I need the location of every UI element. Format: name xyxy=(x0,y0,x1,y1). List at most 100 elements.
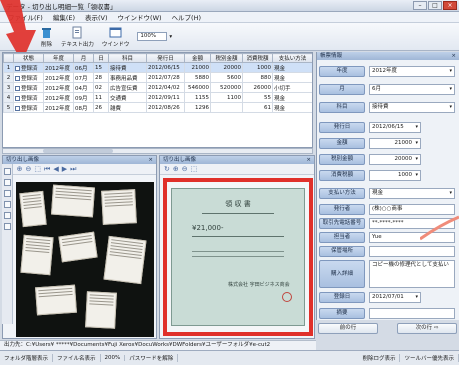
fit-icon[interactable]: ⬚ xyxy=(34,165,41,173)
table-row[interactable]: 3 登録済 2012年度 04月 02 広告宣伝費 2012/04/02 546… xyxy=(3,82,312,93)
day-cell[interactable]: 28 xyxy=(93,72,109,83)
net-amount-cell[interactable]: 20000 xyxy=(210,62,243,73)
month-cell[interactable]: 04月 xyxy=(73,82,94,93)
receipt-slip[interactable] xyxy=(19,190,47,228)
header-cell[interactable]: 日 xyxy=(93,53,109,63)
receipt-slip[interactable] xyxy=(85,291,117,329)
month-cell[interactable]: 09月 xyxy=(73,92,94,103)
register-date-field[interactable]: 2012/07/01 ▾ xyxy=(369,292,421,303)
category-cell[interactable]: 交通費 xyxy=(108,92,147,103)
payment-cell[interactable]: 現金 xyxy=(272,92,312,103)
last-page-icon[interactable]: ⏭ xyxy=(70,165,76,174)
zoom-select[interactable]: 100% xyxy=(137,32,168,41)
status-cell[interactable]: 登録済 xyxy=(13,62,44,73)
zoom-in-icon[interactable]: ⊕ xyxy=(173,165,179,173)
header-cell[interactable]: 月 xyxy=(73,53,94,63)
menu-help[interactable]: ヘルプ(H) xyxy=(172,12,201,22)
receipt-slip[interactable] xyxy=(58,231,98,263)
fit-icon[interactable]: ⬚ xyxy=(191,165,198,173)
header-cell[interactable]: 発行日 xyxy=(146,53,185,63)
year-cell[interactable]: 2012年度 xyxy=(43,92,74,103)
status-zoom[interactable]: 200% xyxy=(101,355,126,361)
category-cell[interactable]: 広告宣伝費 xyxy=(108,82,147,93)
month-cell[interactable]: 06月 xyxy=(73,62,94,73)
menu-edit[interactable]: 編集(E) xyxy=(53,12,75,22)
tool-icon[interactable] xyxy=(4,212,11,219)
close-button[interactable]: × xyxy=(443,1,457,10)
receipt-slip[interactable] xyxy=(103,235,147,285)
status-cell[interactable]: 登録済 xyxy=(13,72,44,83)
text-export-button[interactable]: テキスト出力 xyxy=(61,26,94,50)
category-cell[interactable]: 事務用品費 xyxy=(108,72,147,83)
zoom-in-icon[interactable]: ⊕ xyxy=(17,165,23,173)
year-cell[interactable]: 2012年度 xyxy=(43,102,74,113)
tax-cell[interactable]: 1000 xyxy=(242,62,273,73)
payment-field[interactable]: 現金 ▾ xyxy=(369,188,455,199)
month-cell[interactable]: 07月 xyxy=(73,72,94,83)
amount-field[interactable]: 21000 ▾ xyxy=(369,138,421,149)
category-field[interactable]: 接待費 ▾ xyxy=(369,102,455,113)
header-cell[interactable]: 年度 xyxy=(43,53,74,63)
status-delete-log[interactable]: 削除ログ表示 xyxy=(358,354,401,362)
header-cell[interactable] xyxy=(3,53,14,63)
amount-cell[interactable]: 5880 xyxy=(184,72,211,83)
prev-row-button[interactable]: 前の行 xyxy=(318,322,378,334)
year-cell[interactable]: 2012年度 xyxy=(43,72,74,83)
window-button[interactable]: ウインドウ xyxy=(102,26,129,50)
zoom-out-icon[interactable]: ⊖ xyxy=(26,165,32,173)
status-password[interactable]: パスワードを解除 xyxy=(125,354,179,362)
net-amount-cell[interactable]: 520000 xyxy=(210,82,243,93)
net-amount-field[interactable]: 20000 ▾ xyxy=(369,154,421,165)
header-cell[interactable]: 消費税額 xyxy=(242,53,273,63)
header-cell[interactable]: 金額 xyxy=(184,53,211,63)
year-field[interactable]: 2012年度 ▾ xyxy=(369,66,455,77)
tool-icon[interactable] xyxy=(4,190,11,197)
table-scrollbar[interactable] xyxy=(2,148,313,154)
table-row[interactable]: 5 登録済 2012年度 08月 26 雑費 2012/08/26 1296 6… xyxy=(3,102,312,113)
panel-close-icon[interactable]: × xyxy=(148,156,153,164)
status-cell[interactable]: 登録済 xyxy=(13,92,44,103)
tax-field[interactable]: 1000 ▾ xyxy=(369,170,421,181)
year-cell[interactable]: 2012年度 xyxy=(43,82,74,93)
day-cell[interactable]: 02 xyxy=(93,82,109,93)
menu-window[interactable]: ウインドウ(W) xyxy=(118,12,162,22)
issue-date-field[interactable]: 2012/06/15 ▾ xyxy=(369,122,421,133)
payment-cell[interactable]: 小切手 xyxy=(272,82,312,93)
tax-cell[interactable]: 880 xyxy=(242,72,273,83)
scroll-thumb[interactable] xyxy=(43,149,113,153)
status-folder-tree[interactable]: フォルダ階層表示 xyxy=(0,354,54,362)
category-cell[interactable]: 接待費 xyxy=(108,62,147,73)
next-row-button[interactable]: 次の行 ⇨ xyxy=(397,322,457,334)
month-cell[interactable]: 08月 xyxy=(73,102,94,113)
table-row[interactable]: 1 登録済 2012年度 06月 15 接待費 2012/06/15 21000… xyxy=(3,62,312,73)
tool-icon[interactable] xyxy=(4,168,11,175)
rotate-icon[interactable]: ↻ xyxy=(164,165,170,173)
day-cell[interactable]: 11 xyxy=(93,92,109,103)
tool-icon[interactable] xyxy=(4,223,11,230)
category-cell[interactable]: 雑費 xyxy=(108,102,147,113)
panel-close-icon[interactable]: × xyxy=(306,156,311,164)
status-cell[interactable]: 登録済 xyxy=(13,82,44,93)
year-cell[interactable]: 2012年度 xyxy=(43,62,74,73)
day-cell[interactable]: 26 xyxy=(93,102,109,113)
date-cell[interactable]: 2012/06/15 xyxy=(146,62,185,73)
header-cell[interactable]: 科目 xyxy=(108,53,147,63)
date-cell[interactable]: 2012/08/26 xyxy=(146,102,185,113)
tool-icon[interactable] xyxy=(4,179,11,186)
amount-cell[interactable]: 1296 xyxy=(184,102,211,113)
maximize-button[interactable]: □ xyxy=(428,1,442,10)
amount-cell[interactable]: 546000 xyxy=(184,82,211,93)
amount-cell[interactable]: 1155 xyxy=(184,92,211,103)
header-cell[interactable]: 支払い方法 xyxy=(272,53,312,63)
payment-cell[interactable]: 現金 xyxy=(272,102,312,113)
minimize-button[interactable]: – xyxy=(413,1,427,10)
tax-cell[interactable]: 55 xyxy=(242,92,273,103)
net-amount-cell[interactable] xyxy=(210,102,243,113)
memo-field[interactable] xyxy=(369,308,455,319)
amount-cell[interactable]: 21000 xyxy=(184,62,211,73)
table-row[interactable]: 4 登録済 2012年度 09月 11 交通費 2012/09/11 1155 … xyxy=(3,92,312,103)
receipt-slip[interactable] xyxy=(35,284,77,316)
payment-cell[interactable]: 現金 xyxy=(272,72,312,83)
panel-close-icon[interactable]: × xyxy=(451,52,456,60)
delete-button[interactable]: 削除 xyxy=(40,26,53,50)
